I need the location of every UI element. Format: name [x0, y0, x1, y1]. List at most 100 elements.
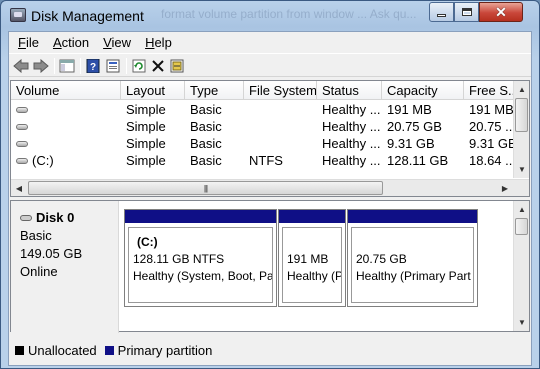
scroll-right-arrow-icon[interactable]: ▶ [497, 180, 513, 196]
help-icon[interactable]: ? [85, 58, 101, 74]
menu-bar: File Action View Help [9, 32, 531, 52]
unallocated-swatch [15, 345, 24, 355]
volume-icon [16, 158, 28, 164]
volume-icon [16, 124, 28, 130]
primary-partition-bar [125, 210, 276, 225]
cell-file-system [244, 118, 317, 135]
close-icon: ✕ [495, 4, 507, 20]
legend: Unallocated Primary partition [10, 335, 530, 365]
scrollbar-thumb[interactable] [515, 218, 528, 235]
scroll-left-arrow-icon[interactable]: ◀ [11, 180, 27, 196]
volume-list-vertical-scrollbar[interactable]: ▲ ▼ [513, 81, 529, 178]
refresh-icon[interactable] [131, 58, 147, 74]
cell-volume [11, 118, 121, 135]
cell-capacity: 20.75 GB [387, 119, 442, 134]
cell-type: Basic [190, 153, 222, 168]
toolbar: ? [9, 53, 531, 77]
disk-management-window: Disk Management format volume partition … [0, 0, 540, 369]
partition-size-fs: 128.11 GB NTFS [133, 252, 225, 266]
volume-list-header: Volume Layout Type File System Status Ca… [11, 81, 516, 100]
volume-list[interactable]: Volume Layout Type File System Status Ca… [10, 80, 530, 197]
cell-volume: (C:) [11, 152, 121, 169]
table-row[interactable]: (C:) Simple Basic NTFS Healthy ... 128.1… [11, 152, 516, 169]
partition-status: Healthy (P [287, 269, 342, 283]
rescan-disks-icon[interactable] [169, 58, 185, 74]
minimize-button[interactable] [429, 2, 454, 22]
cell-free-space: 20.75 ... [469, 119, 516, 134]
menu-action[interactable]: Action [46, 32, 96, 52]
svg-text:?: ? [90, 62, 96, 73]
column-header-status[interactable]: Status [317, 81, 382, 100]
volume-icon [16, 141, 28, 147]
cell-status: Healthy ... [322, 119, 381, 134]
volume-icon [16, 107, 28, 113]
console-tree-icon[interactable] [59, 58, 75, 74]
delete-icon[interactable] [150, 58, 166, 74]
scroll-up-arrow-icon[interactable]: ▲ [514, 81, 530, 97]
back-arrow-icon[interactable] [13, 58, 29, 74]
toolbar-separator [80, 58, 81, 74]
cell-layout: Simple [126, 136, 166, 151]
cell-type: Basic [190, 136, 222, 151]
cell-type: Basic [190, 119, 222, 134]
partition-20gb[interactable]: 20.75 GB Healthy (Primary Part [347, 209, 478, 307]
cell-layout: Simple [126, 153, 166, 168]
disk-view-vertical-scrollbar[interactable]: ▲ ▼ [513, 201, 529, 331]
column-header-file-system[interactable]: File System [244, 81, 317, 100]
cell-layout: Simple [126, 102, 166, 117]
cell-file-system: NTFS [249, 153, 283, 168]
cell-file-system [244, 135, 317, 152]
cell-capacity: 191 MB [387, 102, 432, 117]
legend-unallocated: Unallocated [15, 343, 97, 358]
disk-name: Disk 0 [20, 209, 118, 227]
cell-free-space: 18.64 ... [469, 153, 516, 168]
cell-volume [11, 135, 121, 152]
column-header-volume[interactable]: Volume [11, 81, 121, 100]
cell-status: Healthy ... [322, 136, 381, 151]
cell-volume [11, 101, 121, 118]
column-header-layout[interactable]: Layout [121, 81, 185, 100]
partition-status: Healthy (Primary Part [356, 269, 471, 283]
column-header-capacity[interactable]: Capacity [382, 81, 464, 100]
scroll-down-arrow-icon[interactable]: ▼ [514, 314, 530, 330]
menu-help[interactable]: Help [138, 32, 179, 52]
disk-0-label[interactable]: Disk 0 Basic 149.05 GB Online [11, 201, 119, 333]
properties-icon[interactable] [105, 58, 121, 74]
column-header-free-space[interactable]: Free S... [464, 81, 516, 100]
background-window-text: format volume partition from window ... … [161, 7, 417, 21]
maximize-button[interactable] [454, 2, 479, 22]
minimize-icon [437, 14, 446, 17]
partition-details: 191 MB Healthy (P [282, 227, 342, 303]
menu-view[interactable]: View [96, 32, 138, 52]
forward-arrow-icon[interactable] [33, 58, 49, 74]
disk-type: Basic [20, 228, 52, 243]
title-bar[interactable]: Disk Management format volume partition … [1, 1, 539, 31]
cell-status: Healthy ... [322, 153, 381, 168]
scroll-down-arrow-icon[interactable]: ▼ [514, 161, 530, 177]
scrollbar-thumb[interactable]: ||| [28, 181, 383, 195]
partition-title: (C:) [137, 235, 158, 249]
window-title: Disk Management [31, 8, 144, 24]
volume-list-horizontal-scrollbar[interactable]: ◀ ||| ▶ [11, 179, 529, 196]
table-row[interactable]: Simple Basic Healthy ... 191 MB 191 MB [11, 101, 516, 118]
partition-c[interactable]: (C:) 128.11 GB NTFS Healthy (System, Boo… [124, 209, 277, 307]
disk-graphical-view[interactable]: Disk 0 Basic 149.05 GB Online (C:) 128.1… [10, 200, 530, 333]
disk-icon [20, 215, 32, 221]
client-area: File Action View Help ? Volume Layout Ty… [8, 31, 532, 366]
column-header-type[interactable]: Type [185, 81, 244, 100]
cell-file-system [244, 101, 317, 118]
disk-management-app-icon [10, 8, 26, 22]
scrollbar-thumb[interactable] [515, 98, 528, 132]
toolbar-separator [126, 58, 127, 74]
close-button[interactable]: ✕ [479, 2, 523, 22]
scroll-up-arrow-icon[interactable]: ▲ [514, 201, 530, 217]
partition-details: (C:) 128.11 GB NTFS Healthy (System, Boo… [128, 227, 273, 303]
cell-status: Healthy ... [322, 102, 381, 117]
partition-191mb[interactable]: 191 MB Healthy (P [278, 209, 346, 307]
disk-status: Online [20, 264, 58, 279]
table-row[interactable]: Simple Basic Healthy ... 9.31 GB 9.31 GB [11, 135, 516, 152]
table-row[interactable]: Simple Basic Healthy ... 20.75 GB 20.75 … [11, 118, 516, 135]
cell-layout: Simple [126, 119, 166, 134]
toolbar-separator [54, 58, 55, 74]
menu-file[interactable]: File [11, 32, 46, 52]
